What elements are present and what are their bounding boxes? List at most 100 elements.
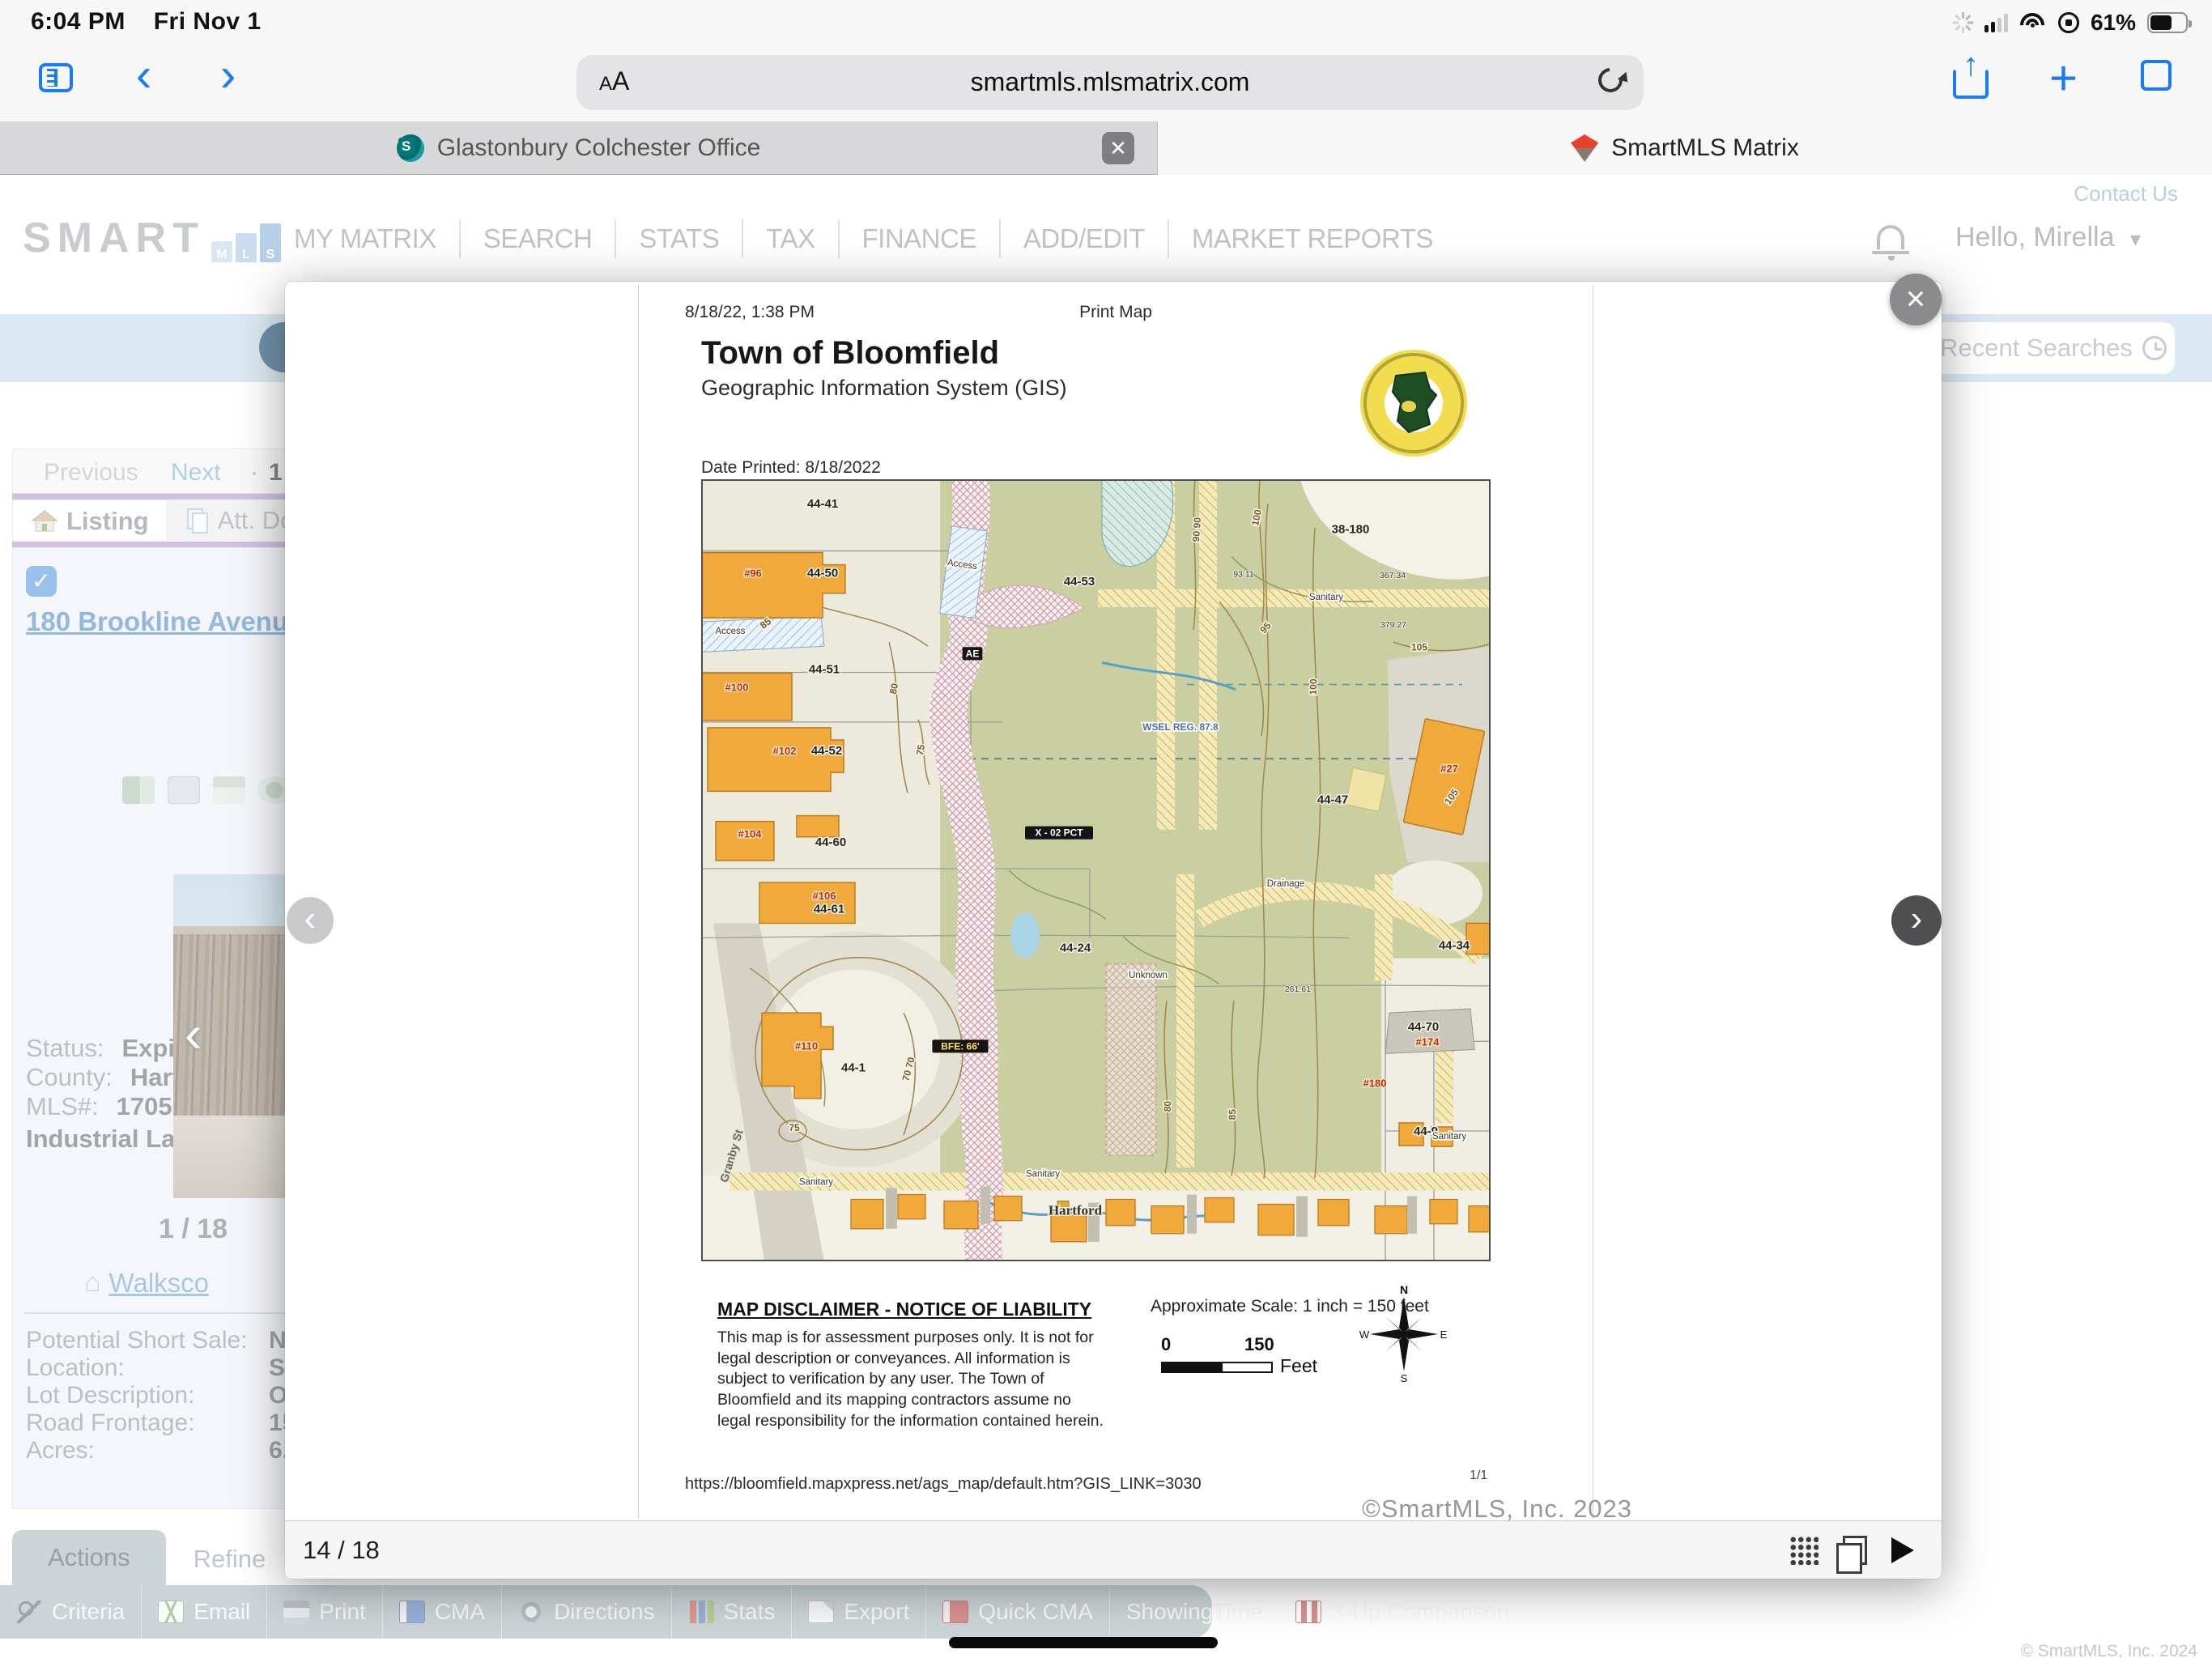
map-label: 44-51 <box>809 662 840 676</box>
printer-icon <box>283 1601 309 1623</box>
close-icon[interactable]: × <box>1890 274 1942 325</box>
battery-icon <box>2147 12 2188 33</box>
listing-detail-row: Potential Short Sale:N <box>26 1327 248 1354</box>
map-label: #180 <box>1363 1078 1387 1090</box>
tab-listing-label: Listing <box>66 507 149 536</box>
toolbar-button-3-up-comparison[interactable]: 3-Up Comparison <box>1279 1585 1525 1639</box>
scale-start: 0 <box>1161 1334 1171 1355</box>
chevron-down-icon: ▾ <box>2130 227 2141 251</box>
report-icon[interactable] <box>213 776 245 804</box>
toolbar-button-label: Export <box>844 1599 909 1625</box>
tab-overview-button[interactable] <box>2141 60 2172 91</box>
url-text[interactable]: smartmls.mlsmatrix.com <box>576 67 1644 97</box>
tab-listing[interactable]: Listing <box>12 500 168 542</box>
documents-icon <box>185 508 210 534</box>
toolbar-button-criteria[interactable]: Criteria <box>0 1585 142 1639</box>
nav-item-my-matrix[interactable]: MY MATRIX <box>271 223 459 254</box>
logo-block: M <box>211 241 232 262</box>
bottom-tab-refine[interactable]: Refine <box>166 1533 294 1585</box>
comparison-book-icon <box>1295 1601 1321 1623</box>
main-nav: MY MATRIXSEARCHSTATSTAXFINANCEADD/EDITMA… <box>271 219 1456 258</box>
tab-bar: Glastonbury Colchester Office ✕ SmartMLS… <box>0 121 2212 175</box>
toolbar-button-showingtime[interactable]: ShowingTime <box>1110 1585 1280 1639</box>
toolbar-button-label: ShowingTime <box>1126 1599 1263 1625</box>
slideshow-pages-icon[interactable] <box>1843 1536 1867 1565</box>
export-icon[interactable] <box>168 776 200 804</box>
forward-button[interactable]: › <box>220 52 236 99</box>
doc-date-printed: Date Printed: 8/18/2022 <box>701 458 881 478</box>
new-tab-button[interactable]: + <box>2049 50 2078 106</box>
svg-text:N: N <box>1400 1286 1408 1296</box>
toolbar-button-export[interactable]: Export <box>792 1585 926 1639</box>
toolbar-button-label: Print <box>319 1599 366 1625</box>
nav-item-search[interactable]: SEARCH <box>461 223 615 254</box>
disclaimer-title: MAP DISCLAIMER - NOTICE OF LIABILITY <box>717 1299 1091 1320</box>
recent-searches-button[interactable]: Recent Searches <box>1932 322 2175 374</box>
smartmls-logo[interactable]: SMART MLS <box>23 214 281 262</box>
tab-title: Glastonbury Colchester Office <box>437 134 761 162</box>
doc-header-title: Print Map <box>639 303 1593 322</box>
tab-smartmls[interactable]: SmartMLS Matrix <box>1158 121 2212 175</box>
doc-title: Town of Bloomfield <box>701 335 999 372</box>
toolbar-button-email[interactable]: Email <box>142 1585 267 1639</box>
listing-action-icons <box>122 776 291 804</box>
toolbar-button-cma[interactable]: CMA <box>383 1585 502 1639</box>
back-button[interactable]: ‹ <box>136 52 151 99</box>
user-menu[interactable]: Hello, Mirella ▾ <box>1955 222 2141 253</box>
map-label: Unknown <box>1129 971 1168 980</box>
scale-bar <box>1221 1362 1273 1373</box>
tab-glastonbury[interactable]: Glastonbury Colchester Office ✕ <box>0 121 1158 175</box>
share-button[interactable]: ↑ <box>1953 53 1989 99</box>
listing-address-link[interactable]: 180 Brookline Avenu <box>26 606 288 637</box>
svg-text:E: E <box>1440 1329 1448 1341</box>
cart-add-icon[interactable] <box>122 776 155 804</box>
toolbar-button-quick-cma[interactable]: Quick CMA <box>926 1585 1110 1639</box>
map-label: Sanitary <box>1026 1169 1060 1179</box>
recent-searches-label: Recent Searches <box>1940 334 2133 363</box>
document-icon <box>808 1601 834 1623</box>
walkscore-link[interactable]: Walksco <box>109 1268 209 1299</box>
home-indicator[interactable] <box>949 1637 1218 1648</box>
ipad-screen: 6:04 PM Fri Nov 1 61% ‹ › AA smartmls.ml… <box>0 0 2212 1658</box>
nav-item-stats[interactable]: STATS <box>616 223 742 254</box>
doc-subtitle: Geographic Information System (GIS) <box>701 376 1067 401</box>
sidebar-toggle-icon[interactable] <box>39 63 73 92</box>
map-label: AE <box>966 648 980 659</box>
toolbar-button-stats[interactable]: Stats <box>672 1585 793 1639</box>
nav-item-tax[interactable]: TAX <box>743 223 837 254</box>
photo-prev-icon[interactable]: ‹ <box>185 1004 202 1064</box>
previous-photo-button[interactable]: ‹ <box>287 897 334 944</box>
doc-source-url: https://bloomfield.mapxpress.net/ags_map… <box>685 1475 1202 1494</box>
photo-viewer-modal: × ‹ › 8/18/22, 1:38 PM Print Map Town of… <box>285 282 1942 1579</box>
battery-percent: 61% <box>2091 10 2136 36</box>
toolbar-button-directions[interactable]: Directions <box>502 1585 671 1639</box>
next-photo-button[interactable]: › <box>1891 895 1942 946</box>
status-time: 6:04 PM <box>31 8 125 35</box>
scale-mid: 150 <box>1244 1334 1274 1355</box>
previous-button[interactable]: Previous <box>44 459 138 487</box>
thumbnail-grid-icon[interactable] <box>1789 1536 1819 1565</box>
status-time-date: 6:04 PM Fri Nov 1 <box>31 8 262 36</box>
toolbar-button-label: Email <box>194 1599 250 1625</box>
map-label: Drainage <box>1267 879 1305 889</box>
nav-item-market-reports[interactable]: MARKET REPORTS <box>1169 223 1456 254</box>
notifications-bell-icon[interactable] <box>1877 225 1904 249</box>
map-label: 100 <box>1308 678 1320 695</box>
compass-icon <box>518 1601 544 1623</box>
contact-us-link[interactable]: Contact Us <box>2074 181 2178 206</box>
nav-item-add-edit[interactable]: ADD/EDIT <box>1001 223 1168 254</box>
walkscore-house-icon: ⌂ <box>84 1267 101 1299</box>
bottom-tab-actions[interactable]: Actions <box>12 1530 166 1585</box>
toolbar-button-print[interactable]: Print <box>267 1585 383 1639</box>
next-button[interactable]: Next <box>171 459 221 487</box>
listing-checkbox[interactable]: ✓ <box>26 566 57 597</box>
page-copyright: © SmartMLS, Inc. 2024 <box>2020 1642 2197 1658</box>
address-bar[interactable]: AA smartmls.mlsmatrix.com <box>576 55 1644 110</box>
listing-detail-row: Location:Su <box>26 1354 125 1382</box>
modal-footer: 14 / 18 <box>285 1520 1942 1579</box>
play-icon[interactable] <box>1891 1537 1914 1563</box>
tab-title: SmartMLS Matrix <box>1611 134 1799 162</box>
tab-close-icon[interactable]: ✕ <box>1102 132 1134 164</box>
map-label: 44-34 <box>1439 939 1470 953</box>
nav-item-finance[interactable]: FINANCE <box>840 223 999 254</box>
